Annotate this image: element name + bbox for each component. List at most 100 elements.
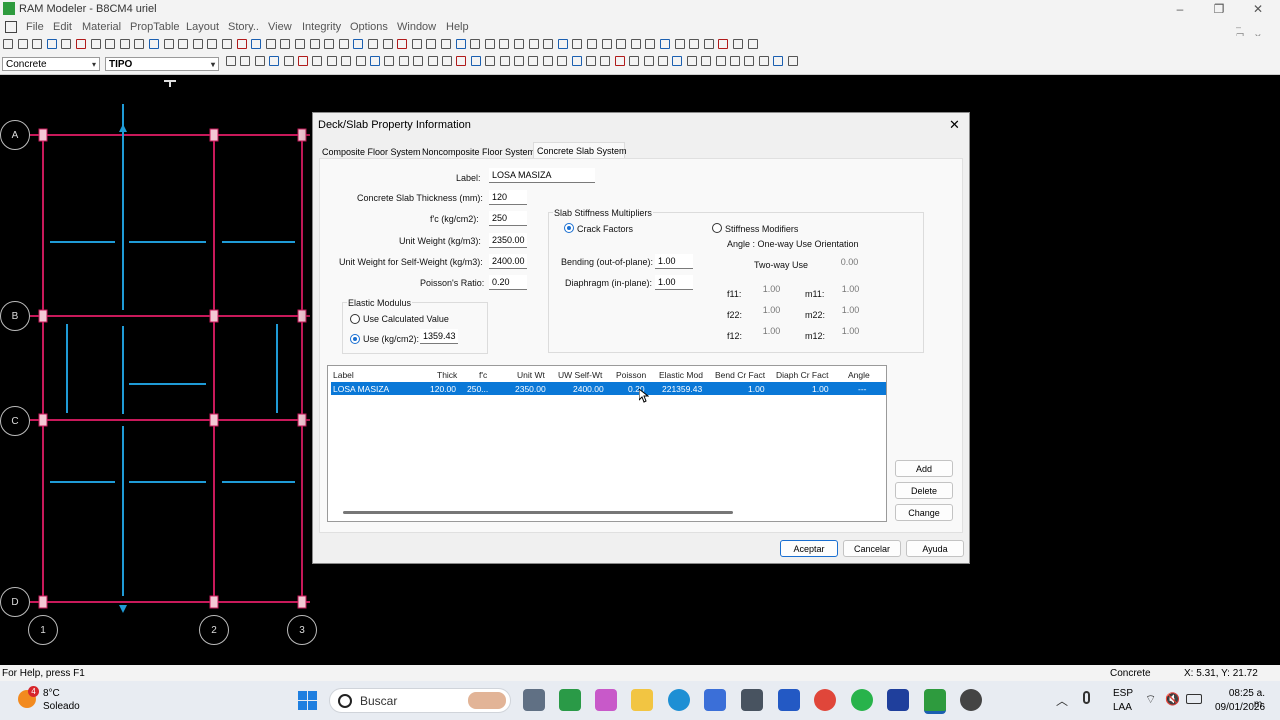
diaphragm-input[interactable]: 1.00 xyxy=(655,275,693,290)
toolbar-icon[interactable] xyxy=(90,39,101,49)
close-icon[interactable]: ✕ xyxy=(1248,2,1268,16)
toolbar-icon[interactable] xyxy=(787,56,798,66)
toolbar-icon[interactable] xyxy=(355,56,366,66)
toolbar-icon[interactable] xyxy=(338,39,349,49)
toolbar-icon[interactable] xyxy=(616,39,627,49)
toolbar-icon[interactable] xyxy=(470,56,481,66)
toolbar-icon[interactable] xyxy=(353,39,364,49)
calculated-value-radio[interactable] xyxy=(350,314,360,324)
ok-button[interactable]: Aceptar xyxy=(780,540,838,557)
toolbar-icon[interactable] xyxy=(587,39,597,49)
self-weight-input[interactable]: 2400.00 xyxy=(489,254,527,269)
material-combo[interactable]: Concrete ▾ xyxy=(2,57,100,71)
toolbar-icon[interactable] xyxy=(427,56,438,66)
col-header-unit-wt[interactable]: Unit Wt xyxy=(517,370,545,380)
toolbar-icon[interactable] xyxy=(586,56,596,66)
slab-table[interactable]: Label Thick f'c Unit Wt UW Self-Wt Poiss… xyxy=(327,365,887,522)
toolbar-icon[interactable] xyxy=(456,56,467,66)
menu-material[interactable]: Material xyxy=(82,21,121,33)
story-combo[interactable]: TIPO ▾ xyxy=(105,57,219,71)
menu-story[interactable]: Story.. xyxy=(228,21,259,33)
toolbar-icon[interactable] xyxy=(571,56,582,66)
crack-factors-radio[interactable] xyxy=(564,223,574,233)
help-button[interactable]: Ayuda xyxy=(906,540,964,557)
toolbar-icon[interactable] xyxy=(686,56,697,66)
toolbar-icon[interactable] xyxy=(254,56,265,66)
table-row[interactable] xyxy=(331,382,886,395)
toolbar-icon[interactable] xyxy=(528,39,539,49)
file-explorer-icon[interactable] xyxy=(631,689,653,711)
toolbar-icon[interactable] xyxy=(701,56,712,66)
minimize-icon[interactable]: – xyxy=(1170,2,1190,16)
toolbar-icon[interactable] xyxy=(485,56,496,66)
add-button[interactable]: Add xyxy=(895,460,953,477)
label-input[interactable]: LOSA MASIZA xyxy=(489,168,595,183)
chrome-icon[interactable] xyxy=(814,689,836,711)
close-icon[interactable]: ✕ xyxy=(949,117,960,133)
toolbar-icon[interactable] xyxy=(645,39,656,49)
toolbar-icon[interactable] xyxy=(674,39,685,49)
language-layout[interactable]: LAA xyxy=(1113,702,1132,713)
toolbar-icon[interactable] xyxy=(747,39,758,49)
col-header-elastic-mod[interactable]: Elastic Mod xyxy=(659,370,703,380)
col-header-fc[interactable]: f'c xyxy=(479,370,487,380)
toolbar-icon[interactable] xyxy=(134,39,145,49)
xbox-icon[interactable] xyxy=(559,689,581,711)
toolbar-icon[interactable] xyxy=(265,39,276,49)
toolbar-icon[interactable] xyxy=(226,56,236,66)
horizontal-scrollbar[interactable] xyxy=(343,511,733,514)
toolbar-icon[interactable] xyxy=(643,56,654,66)
toolbar-icon[interactable] xyxy=(528,56,539,66)
toolbar-icon[interactable] xyxy=(326,56,337,66)
toolbar-icon[interactable] xyxy=(689,39,700,49)
toolbar-icon[interactable] xyxy=(411,39,422,49)
toolbar-icon[interactable] xyxy=(17,39,28,49)
app-icon[interactable] xyxy=(741,689,763,711)
toolbar-icon[interactable] xyxy=(733,39,743,49)
toolbar-icon[interactable] xyxy=(295,39,305,49)
toolbar-icon[interactable] xyxy=(442,56,452,66)
toolbar-icon[interactable] xyxy=(557,39,568,49)
copilot-icon[interactable] xyxy=(595,689,617,711)
menu-help[interactable]: Help xyxy=(446,21,469,33)
toolbar-icon[interactable] xyxy=(660,39,670,49)
toolbar-icon[interactable] xyxy=(207,39,218,49)
toolbar-icon[interactable] xyxy=(413,56,424,66)
toolbar-icon[interactable] xyxy=(382,39,393,49)
toolbar-icon[interactable] xyxy=(455,39,466,49)
toolbar-icon[interactable] xyxy=(758,56,769,66)
toolbar-icon[interactable] xyxy=(600,56,611,66)
ram-modeler-icon[interactable] xyxy=(924,689,946,714)
fc-input[interactable]: 250 xyxy=(489,211,527,226)
toolbar-icon[interactable] xyxy=(484,39,495,49)
menu-view[interactable]: View xyxy=(268,21,292,33)
toolbar-icon[interactable] xyxy=(384,56,395,66)
wifi-icon[interactable]: ⌔ xyxy=(1145,692,1156,707)
col-header-angle[interactable]: Angle xyxy=(848,370,870,380)
toolbar-icon[interactable] xyxy=(629,56,640,66)
toolbar-icon[interactable] xyxy=(178,39,189,49)
toolbar-icon[interactable] xyxy=(499,56,510,66)
tab-noncomposite-floor[interactable]: Noncomposite Floor System xyxy=(422,147,535,157)
toolbar-icon[interactable] xyxy=(324,39,335,49)
toolbar-icon[interactable] xyxy=(397,39,408,49)
tab-composite-floor[interactable]: Composite Floor System xyxy=(322,147,421,157)
battery-icon[interactable] xyxy=(1186,694,1202,704)
settings-icon[interactable] xyxy=(960,689,982,711)
col-header-poisson[interactable]: Poisson xyxy=(616,370,646,380)
toolbar-icon[interactable] xyxy=(370,56,380,66)
toolbar-icon[interactable] xyxy=(251,39,262,49)
toolbar-icon[interactable] xyxy=(222,39,232,49)
toolbar-icon[interactable] xyxy=(3,39,13,49)
col-header-thick[interactable]: Thick xyxy=(437,370,457,380)
toolbar-icon[interactable] xyxy=(514,56,524,66)
toolbar-icon[interactable] xyxy=(426,39,437,49)
whatsapp-icon[interactable] xyxy=(851,689,873,711)
toolbar-icon[interactable] xyxy=(658,56,668,66)
toolbar-icon[interactable] xyxy=(119,39,130,49)
store-icon[interactable] xyxy=(704,689,726,711)
menu-window[interactable]: Window xyxy=(397,21,436,33)
toolbar-icon[interactable] xyxy=(76,39,86,49)
toolbar-icon[interactable] xyxy=(192,39,203,49)
tab-concrete-slab[interactable]: Concrete Slab System xyxy=(537,146,627,156)
